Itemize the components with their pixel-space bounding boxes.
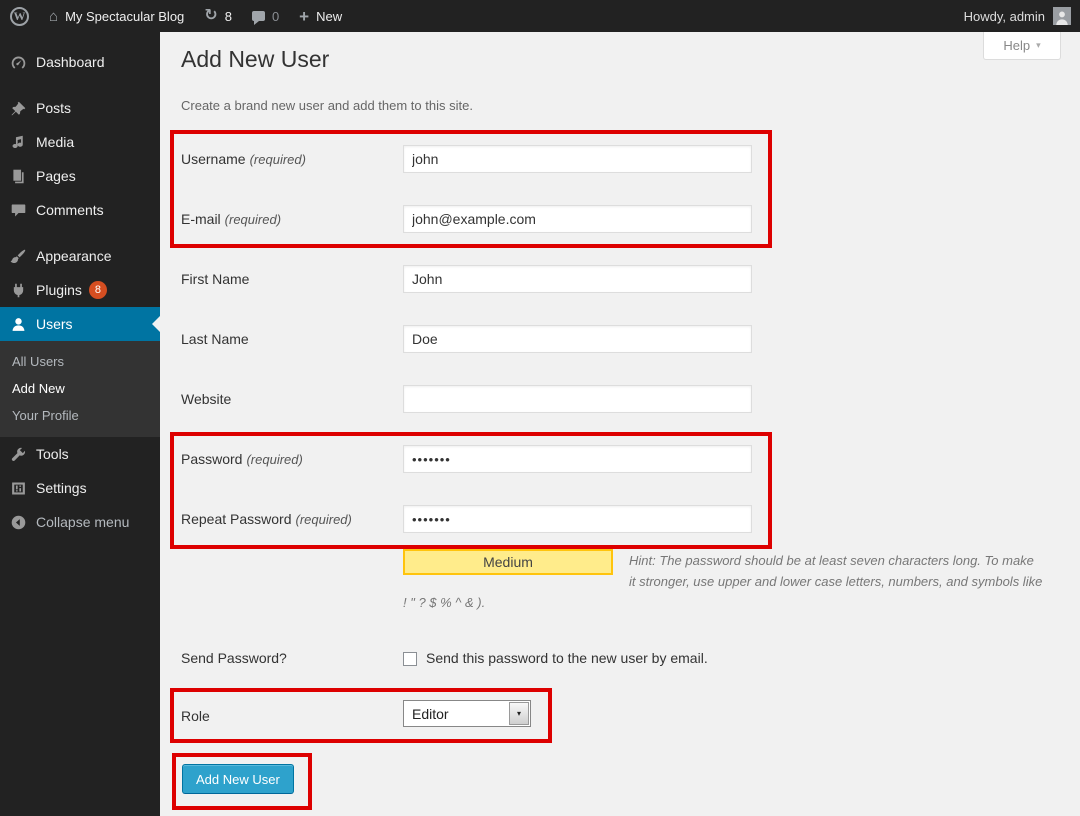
comment-bubble-icon — [252, 11, 265, 21]
updates-link[interactable]: ↻ 8 — [194, 0, 242, 32]
user-icon — [8, 314, 28, 334]
website-input[interactable] — [403, 385, 752, 413]
main-content: Add New User Create a brand new user and… — [160, 32, 1080, 816]
comments-count: 0 — [272, 9, 279, 24]
repeat-password-input[interactable] — [403, 505, 752, 533]
sidebar-item-label: Posts — [36, 100, 71, 116]
plus-icon: + — [299, 8, 309, 25]
sidebar-item-comments[interactable]: Comments — [0, 193, 160, 227]
sidebar-item-tools[interactable]: Tools — [0, 437, 160, 471]
password-label: Password(required) — [181, 451, 303, 467]
submenu-item-add-new[interactable]: Add New — [0, 375, 160, 402]
comment-bubble-icon — [8, 200, 28, 220]
sidebar-item-label: Settings — [36, 480, 87, 496]
admin-bar: W ⌂ My Spectacular Blog ↻ 8 0 + New Howd… — [0, 0, 1080, 32]
sidebar-item-settings[interactable]: Settings — [0, 471, 160, 505]
help-button[interactable]: Help ▾ — [983, 32, 1061, 60]
users-submenu: All Users Add New Your Profile — [0, 341, 160, 437]
password-input[interactable] — [403, 445, 752, 473]
sidebar-item-media[interactable]: Media — [0, 125, 160, 159]
sidebar-item-label: Plugins — [36, 282, 82, 298]
last-name-label: Last Name — [181, 331, 249, 347]
howdy-text: Howdy, admin — [964, 9, 1045, 24]
sidebar-item-dashboard[interactable]: Dashboard — [0, 45, 160, 79]
first-name-input[interactable] — [403, 265, 752, 293]
role-selected-value: Editor — [404, 706, 508, 722]
email-label: E-mail(required) — [181, 211, 281, 227]
updates-count: 8 — [225, 9, 232, 24]
admin-sidebar: Dashboard Posts Media Pages Comments App… — [0, 32, 160, 816]
submenu-item-your-profile[interactable]: Your Profile — [0, 402, 160, 429]
pages-icon — [8, 166, 28, 186]
role-select[interactable]: Editor ▾ — [403, 700, 531, 727]
required-note: (required) — [296, 512, 352, 527]
select-dropdown-icon: ▾ — [509, 702, 529, 725]
sidebar-item-users[interactable]: Users — [0, 307, 160, 341]
sidebar-item-appearance[interactable]: Appearance — [0, 239, 160, 273]
sidebar-item-label: Comments — [36, 202, 104, 218]
media-note-icon — [8, 132, 28, 152]
required-note: (required) — [225, 212, 281, 227]
sidebar-item-label: Users — [36, 316, 73, 332]
update-arrows-icon: ↻ — [204, 8, 217, 24]
plugins-update-badge: 8 — [89, 281, 107, 299]
email-input[interactable] — [403, 205, 752, 233]
first-name-label: First Name — [181, 271, 249, 287]
plug-icon — [8, 280, 28, 300]
sidebar-item-label: Dashboard — [36, 54, 105, 70]
page-subtitle: Create a brand new user and add them to … — [181, 98, 473, 113]
wordpress-logo-icon: W — [10, 7, 29, 26]
paintbrush-icon — [8, 246, 28, 266]
add-new-user-button[interactable]: Add New User — [182, 764, 294, 794]
home-icon: ⌂ — [49, 9, 58, 24]
avatar — [1053, 7, 1071, 25]
sidebar-item-pages[interactable]: Pages — [0, 159, 160, 193]
send-password-checkbox[interactable] — [403, 652, 417, 666]
required-note: (required) — [250, 152, 306, 167]
username-label: Username(required) — [181, 151, 306, 167]
help-label: Help — [1003, 38, 1030, 53]
website-label: Website — [181, 391, 231, 407]
site-name-link[interactable]: ⌂ My Spectacular Blog — [39, 0, 194, 32]
sidebar-item-posts[interactable]: Posts — [0, 91, 160, 125]
role-label: Role — [181, 708, 210, 724]
pushpin-icon — [8, 98, 28, 118]
new-content-menu[interactable]: + New — [289, 0, 352, 32]
page-title: Add New User — [181, 46, 329, 73]
new-label: New — [316, 9, 342, 24]
username-input[interactable] — [403, 145, 752, 173]
comments-link[interactable]: 0 — [242, 0, 289, 32]
sidebar-item-label: Pages — [36, 168, 76, 184]
collapse-arrow-icon — [8, 512, 28, 532]
sidebar-item-plugins[interactable]: Plugins 8 — [0, 273, 160, 307]
sidebar-item-label: Media — [36, 134, 74, 150]
wrench-icon — [8, 444, 28, 464]
dashboard-gauge-icon — [8, 52, 28, 72]
sidebar-item-collapse-menu[interactable]: Collapse menu — [0, 505, 160, 539]
sidebar-item-label: Appearance — [36, 248, 112, 264]
required-note: (required) — [246, 452, 302, 467]
settings-sliders-icon — [8, 478, 28, 498]
last-name-input[interactable] — [403, 325, 752, 353]
send-password-checkbox-label: Send this password to the new user by em… — [426, 650, 708, 666]
site-name-label: My Spectacular Blog — [65, 9, 184, 24]
password-hint: Hint: The password should be at least se… — [403, 550, 1043, 613]
wordpress-logo-menu[interactable]: W — [0, 0, 39, 32]
hint-float-spacer — [403, 550, 629, 592]
repeat-password-label: Repeat Password(required) — [181, 511, 352, 527]
account-menu[interactable]: Howdy, admin — [964, 7, 1080, 25]
submenu-item-all-users[interactable]: All Users — [0, 348, 160, 375]
sidebar-item-label: Collapse menu — [36, 514, 129, 530]
chevron-down-icon: ▾ — [1036, 41, 1041, 50]
sidebar-item-label: Tools — [36, 446, 69, 462]
send-password-label: Send Password? — [181, 650, 287, 666]
